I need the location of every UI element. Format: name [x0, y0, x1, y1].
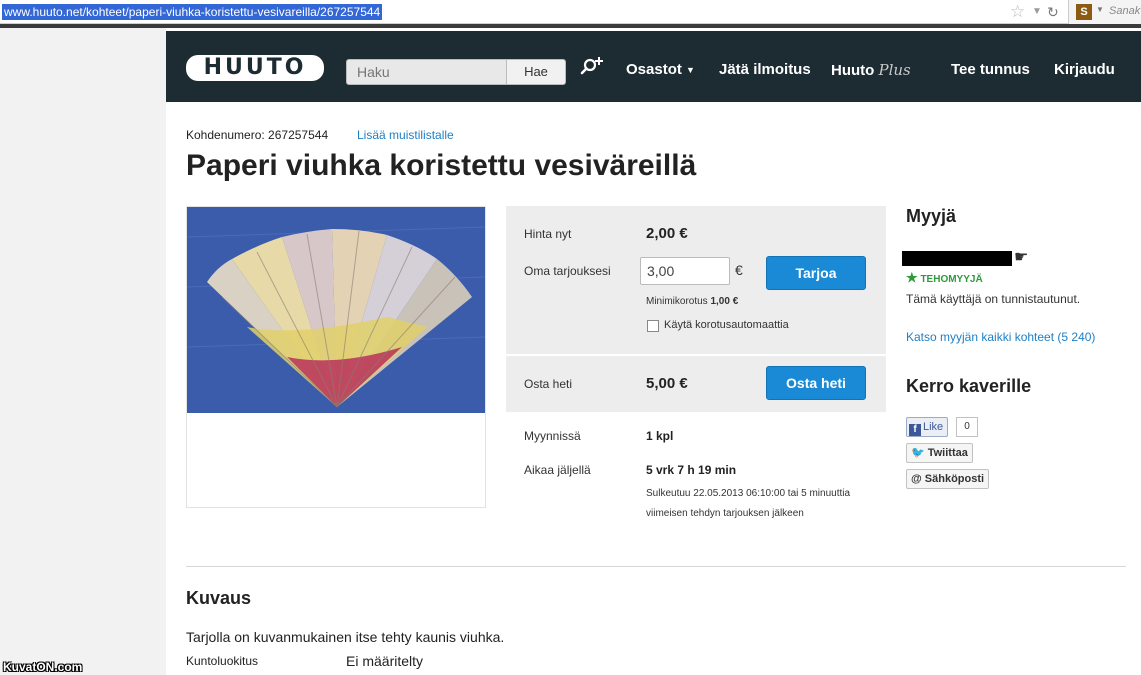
browser-addon[interactable]: S ▼ Sanak — [1068, 0, 1141, 24]
bid-button[interactable]: Tarjoa — [766, 256, 866, 290]
star-icon: ★ — [906, 270, 918, 285]
nav-login[interactable]: Kirjaudu — [1054, 61, 1115, 79]
search-input[interactable] — [346, 59, 508, 85]
page: HUUTO Hae Osastot ▼ Jätä ilmoitus Huuto … — [166, 28, 1141, 675]
min-increase-label: Minimikorotus — [646, 296, 708, 307]
address-url[interactable]: www.huuto.net/kohteet/paperi-viuhka-kori… — [2, 4, 383, 20]
nav-huuto-plus[interactable]: Huuto Plus — [831, 61, 911, 80]
seller-all-items-link[interactable]: Katso myyjän kaikki kohteet (5 240) — [906, 330, 1095, 344]
email-share-button[interactable]: @ Sähköposti — [906, 469, 990, 489]
description-heading: Kuvaus — [186, 588, 252, 608]
twitter-icon: 🐦 — [911, 447, 925, 459]
auto-bid-label[interactable]: Käytä korotusautomaattia — [664, 319, 789, 331]
nav-departments[interactable]: Osastot ▼ — [626, 61, 695, 79]
add-to-watchlist-link[interactable]: Lisää muistilistalle — [357, 128, 454, 142]
thumbs-up-icon: ☛ — [1014, 249, 1029, 266]
item-photo[interactable] — [187, 207, 485, 413]
min-increase-value: 1,00 € — [710, 296, 739, 307]
addon-label: Sanak — [1109, 5, 1141, 17]
refresh-icon[interactable]: ↻ — [1047, 2, 1059, 22]
advanced-search-icon[interactable] — [580, 53, 606, 79]
time-left-label: Aikaa jäljellä — [524, 463, 591, 477]
nav-departments-label: Osastot — [626, 61, 682, 78]
search-button[interactable]: Hae — [506, 59, 566, 85]
buy-now-label: Osta heti — [524, 377, 573, 391]
seller-name-redacted — [902, 251, 1012, 266]
current-price-label: Hinta nyt — [524, 227, 572, 241]
bid-input[interactable] — [640, 257, 730, 285]
buy-now-price: 5,00 € — [646, 375, 688, 392]
current-price: 2,00 € — [646, 225, 688, 242]
nav-huuto-label: Huuto — [831, 62, 875, 79]
power-seller-badge: ★ TEHOMYYJÄ — [906, 270, 983, 286]
item-photo-box — [186, 206, 486, 508]
caret-down-icon: ▼ — [686, 65, 695, 76]
nav-register[interactable]: Tee tunnus — [951, 61, 1030, 79]
condition-label: Kuntoluokitus — [186, 654, 259, 668]
your-bid-label: Oma tarjouksesi — [524, 264, 611, 278]
quantity-value: 1 kpl — [646, 429, 674, 443]
tweet-button[interactable]: 🐦 Twiittaa — [906, 443, 973, 463]
caret-down-icon: ▼ — [1096, 5, 1104, 14]
facebook-like-button[interactable]: f Like — [906, 417, 949, 437]
left-gutter — [0, 28, 166, 675]
watermark: KuvatON.com — [3, 660, 83, 674]
chevron-down-icon[interactable]: ▼ — [1032, 3, 1042, 21]
page-title: Paperi viuhka koristettu vesiväreillä — [186, 149, 697, 182]
auto-bid-checkbox[interactable] — [647, 320, 659, 332]
nav-post-listing[interactable]: Jätä ilmoitus — [719, 61, 811, 79]
share-heading: Kerro kaverille — [906, 376, 1032, 396]
bid-box-divider — [506, 354, 886, 356]
section-divider — [186, 566, 1126, 567]
facebook-like-count: 0 — [956, 417, 978, 437]
top-nav: HUUTO Hae Osastot ▼ Jätä ilmoitus Huuto … — [166, 31, 1141, 102]
condition-value: Ei määritelty — [346, 653, 424, 669]
bid-box: Hinta nyt 2,00 € Oma tarjouksesi € Tarjo… — [506, 206, 886, 412]
power-seller-label: TEHOMYYJÄ — [920, 274, 983, 285]
nav-plus-label: Plus — [878, 61, 911, 79]
quantity-label: Myynnissä — [524, 429, 581, 443]
huuto-logo[interactable]: HUUTO — [186, 55, 324, 81]
time-left-value: 5 vrk 7 h 19 min — [646, 463, 737, 477]
bookmark-star-icon[interactable]: ☆ — [1010, 2, 1025, 22]
browser-address-bar: www.huuto.net/kohteet/paperi-viuhka-kori… — [0, 0, 1141, 24]
tweet-label: Twiittaa — [927, 447, 968, 459]
verified-text: Tämä käyttäjä on tunnistautunut. — [906, 292, 1081, 306]
buy-now-button[interactable]: Osta heti — [766, 366, 866, 400]
fan-illustration — [187, 207, 485, 413]
facebook-like-label: Like — [923, 421, 944, 433]
seller-heading: Myyjä — [906, 206, 957, 226]
closing-info: Sulkeutuu 22.05.2013 06:10:00 tai 5 minu… — [646, 488, 851, 519]
facebook-icon: f — [909, 424, 921, 436]
item-number: Kohdenumero: 267257544 — [186, 128, 329, 142]
currency-symbol: € — [735, 262, 743, 278]
min-increase: Minimikorotus 1,00 € — [646, 296, 738, 307]
addon-s-icon: S — [1076, 4, 1092, 20]
description-text: Tarjolla on kuvanmukainen itse tehty kau… — [186, 629, 505, 645]
